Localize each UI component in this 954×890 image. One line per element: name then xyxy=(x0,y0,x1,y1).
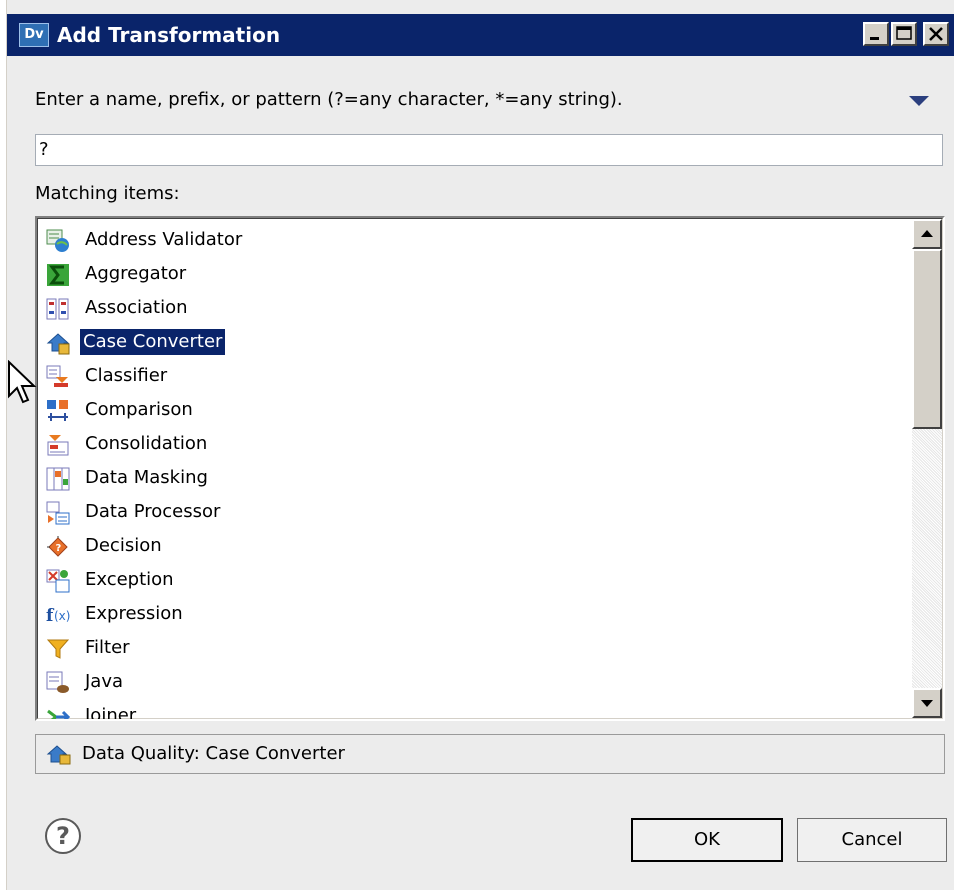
item-label: Joiner xyxy=(85,705,137,721)
list-item-association[interactable]: Association xyxy=(46,293,546,323)
window-title: Add Transformation xyxy=(57,23,281,47)
scroll-down-button[interactable] xyxy=(912,688,942,718)
case-converter-icon xyxy=(46,333,70,355)
app-icon: Dv xyxy=(19,23,49,47)
item-label: Decision xyxy=(85,535,162,556)
list-item-joiner[interactable]: Joiner xyxy=(46,701,546,721)
address-validator-icon xyxy=(46,229,69,252)
case-converter-icon xyxy=(46,745,71,765)
decision-icon: ? xyxy=(47,536,68,557)
list-item-case-converter[interactable]: Case Converter xyxy=(46,327,546,357)
joiner-icon xyxy=(47,709,70,719)
aggregator-icon xyxy=(47,264,69,286)
item-label: Consolidation xyxy=(85,433,208,454)
item-label: Association xyxy=(85,297,188,318)
matching-items-label: Matching items: xyxy=(35,183,180,204)
list-item-classifier[interactable]: Classifier xyxy=(46,361,546,391)
instruction-text: Enter a name, prefix, or pattern (?=any … xyxy=(35,89,623,110)
item-label: Classifier xyxy=(85,365,168,386)
consolidation-icon xyxy=(47,435,69,456)
item-label: Data Processor xyxy=(85,501,221,522)
java-icon xyxy=(46,671,69,693)
minimize-button[interactable] xyxy=(863,22,889,46)
list-item-consolidation[interactable]: Consolidation xyxy=(46,429,546,459)
view-menu-icon[interactable] xyxy=(909,96,929,106)
close-button[interactable] xyxy=(923,22,949,46)
list-item-expression[interactable]: f (x) Expression xyxy=(46,599,546,629)
svg-text:?: ? xyxy=(56,543,62,554)
title-bar[interactable]: Dv Add Transformation xyxy=(7,14,954,56)
maximize-icon xyxy=(896,26,912,40)
selection-status-text: Data Quality: Case Converter xyxy=(82,743,345,764)
list-item-data-processor[interactable]: Data Processor xyxy=(46,497,546,527)
minimize-icon xyxy=(870,37,879,40)
close-icon xyxy=(929,27,943,41)
list-item-decision[interactable]: ? Decision xyxy=(46,531,546,561)
data-masking-icon xyxy=(46,467,70,491)
association-icon xyxy=(46,298,69,320)
list-item-filter[interactable]: Filter xyxy=(46,633,546,663)
list-item-address-validator[interactable]: Address Validator xyxy=(46,225,546,255)
classifier-icon xyxy=(46,365,68,387)
arrow-up-icon xyxy=(921,230,933,237)
ok-button[interactable]: OK xyxy=(631,818,783,862)
scroll-thumb[interactable] xyxy=(912,249,942,429)
maximize-button[interactable] xyxy=(891,22,917,46)
svg-text:(x): (x) xyxy=(54,609,70,623)
help-button[interactable]: ? xyxy=(45,818,81,854)
item-label: Aggregator xyxy=(85,263,187,284)
item-label: Exception xyxy=(85,569,174,590)
item-label: Comparison xyxy=(85,399,193,420)
scroll-up-button[interactable] xyxy=(912,219,942,249)
item-label: Java xyxy=(85,671,124,692)
item-label: Filter xyxy=(85,637,130,658)
comparison-icon xyxy=(47,400,68,421)
list-scrollbar[interactable] xyxy=(912,219,942,718)
list-item-exception[interactable]: Exception xyxy=(46,565,546,595)
filter-icon xyxy=(46,639,70,659)
list-item-comparison[interactable]: Comparison xyxy=(46,395,546,425)
cancel-button[interactable]: Cancel xyxy=(797,818,947,862)
exception-icon xyxy=(46,569,70,593)
mouse-cursor-icon xyxy=(8,360,37,404)
list-item-data-masking[interactable]: Data Masking xyxy=(46,463,546,493)
list-item-java[interactable]: Java xyxy=(46,667,546,697)
add-transformation-dialog: Dv Add Transformation Enter a name, pref… xyxy=(6,0,954,890)
list-item-aggregator[interactable]: Aggregator xyxy=(46,259,546,289)
matching-items-list[interactable]: Address Validator Aggregator Association xyxy=(35,216,945,721)
item-label: Case Converter xyxy=(80,329,226,355)
expression-icon: f (x) xyxy=(46,606,70,626)
item-label: Expression xyxy=(85,603,183,624)
selection-status-bar: Data Quality: Case Converter xyxy=(35,734,945,774)
item-label: Address Validator xyxy=(85,229,243,250)
arrow-down-icon xyxy=(921,700,933,707)
data-processor-icon xyxy=(46,501,70,525)
item-label: Data Masking xyxy=(85,467,208,488)
filter-input[interactable]: ? xyxy=(35,134,943,166)
